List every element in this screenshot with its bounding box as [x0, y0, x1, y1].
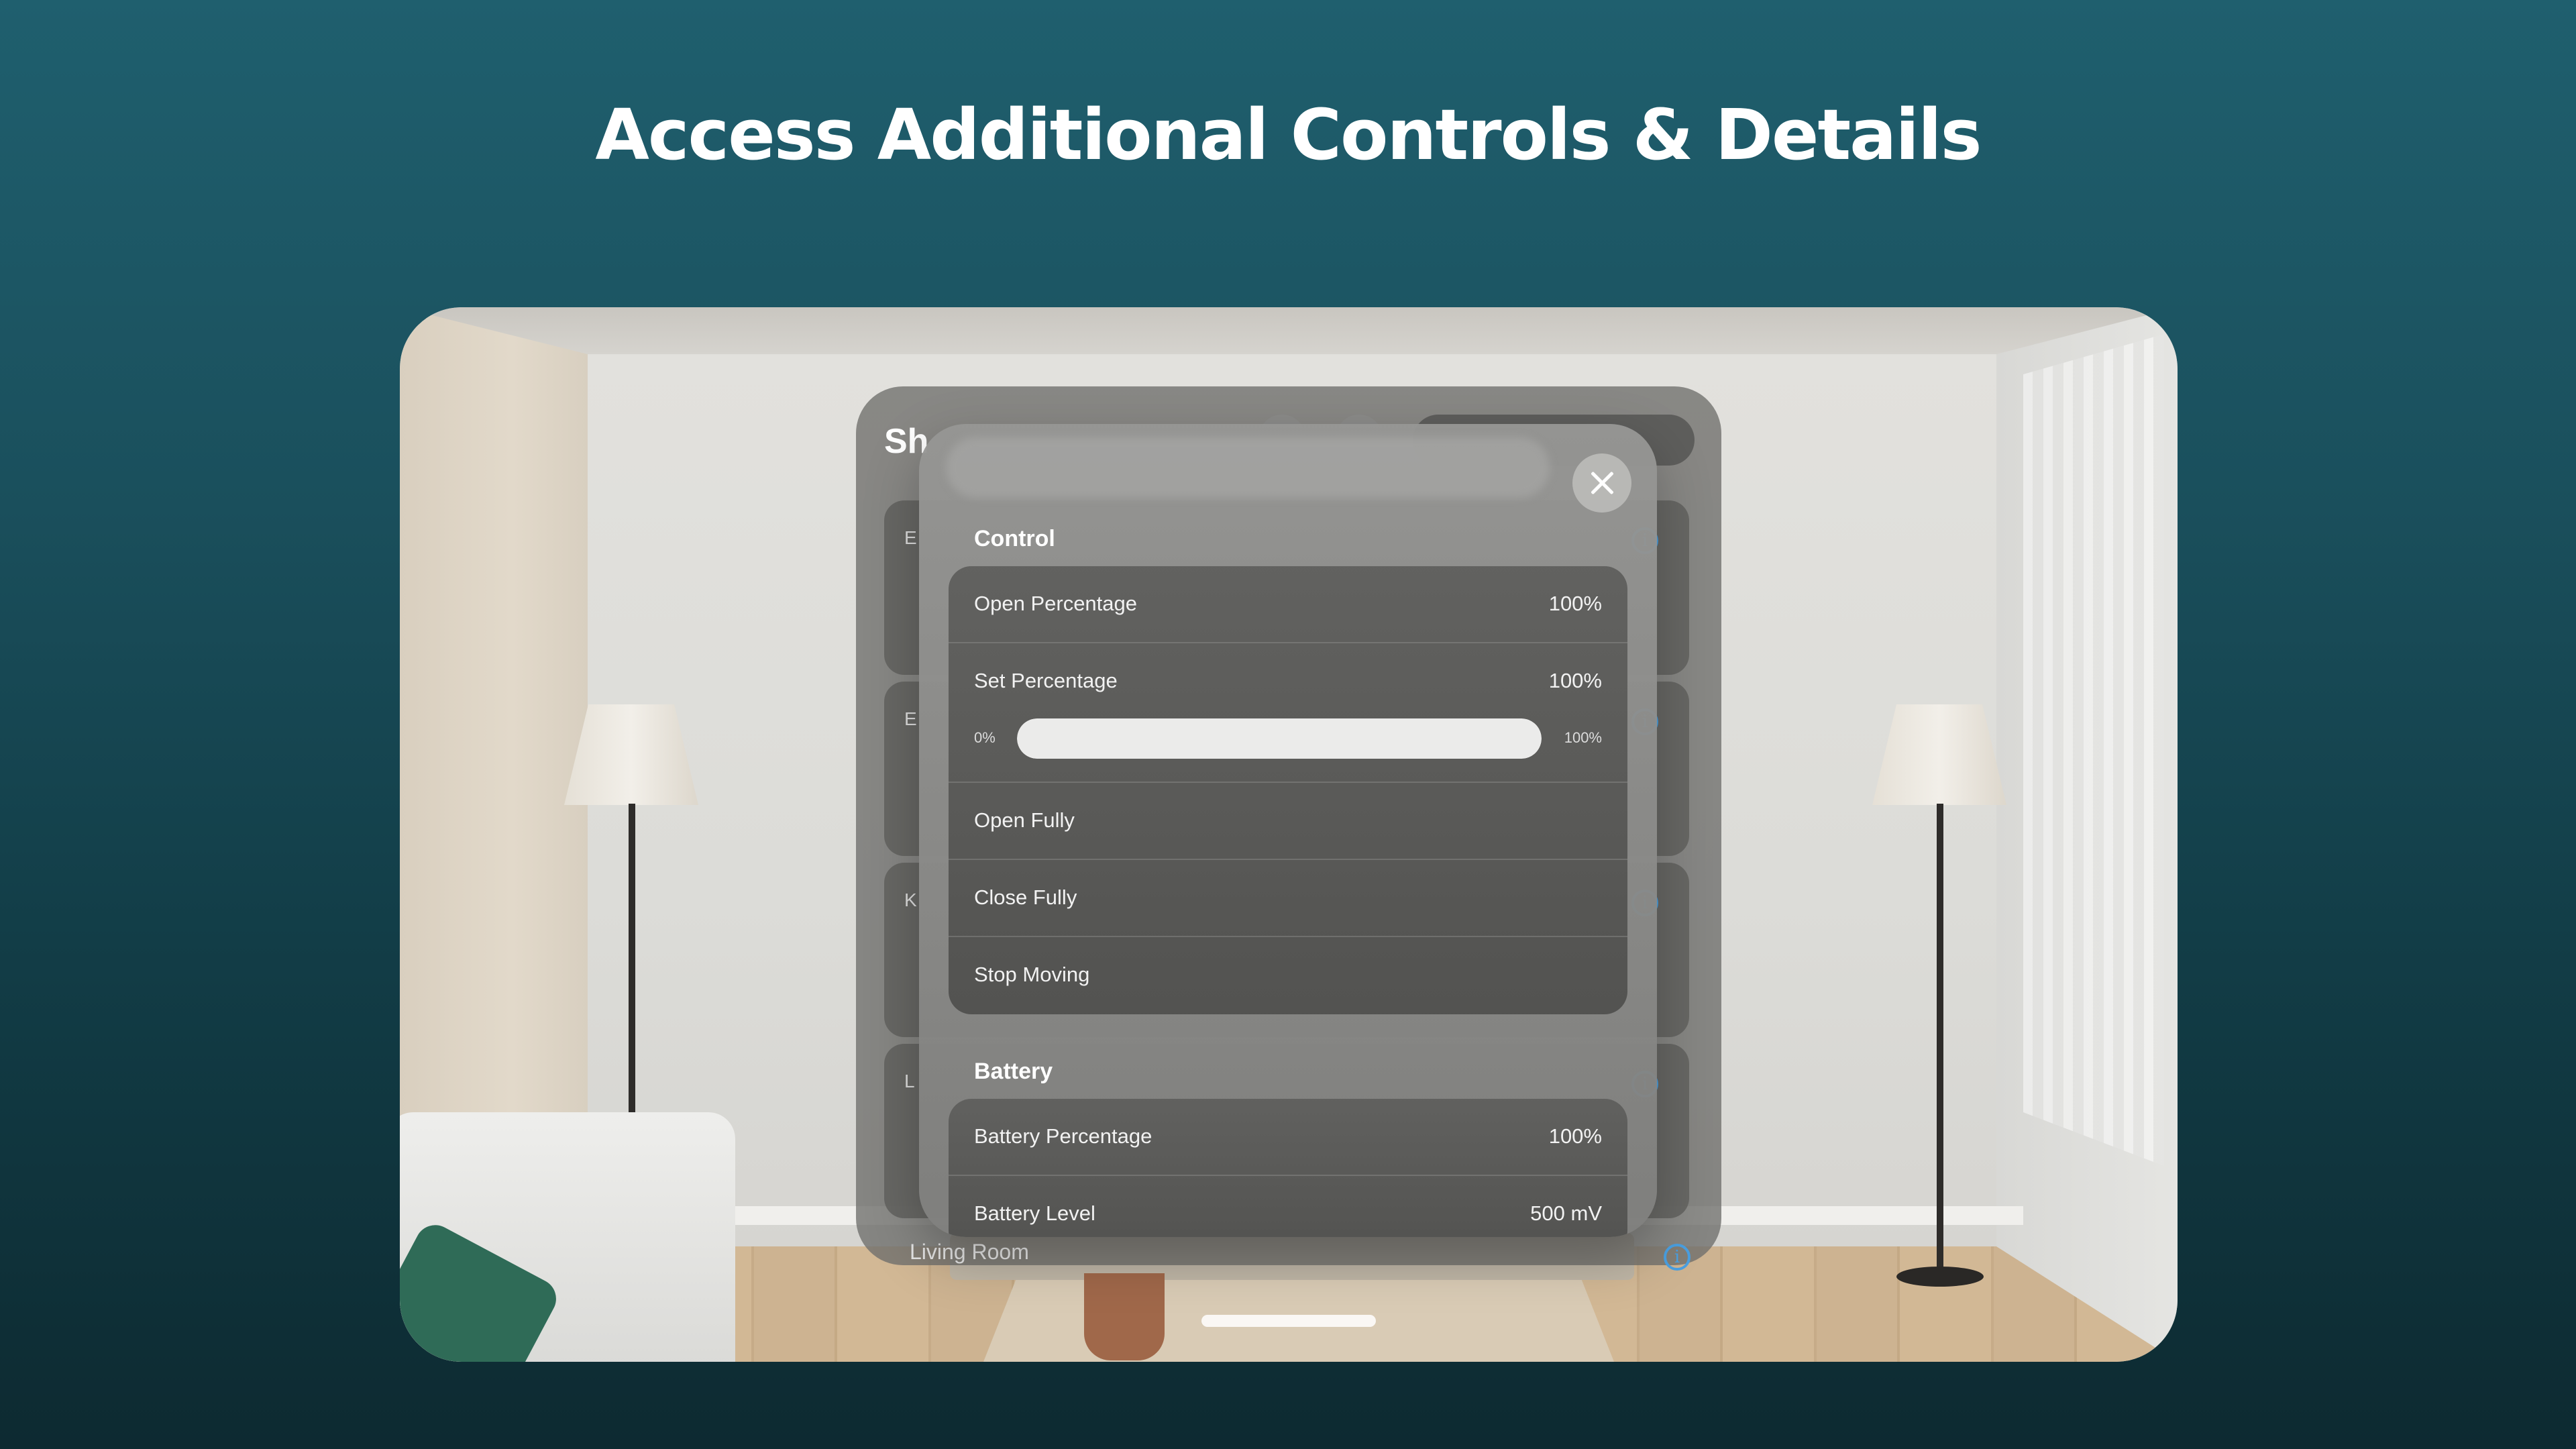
open-fully-label: Open Fully — [974, 808, 1075, 832]
close-button[interactable] — [1572, 453, 1631, 513]
stop-moving-label: Stop Moving — [974, 963, 1090, 986]
open-percentage-label: Open Percentage — [974, 592, 1138, 615]
info-icon[interactable]: i — [1664, 1244, 1690, 1271]
battery-level-label: Battery Level — [974, 1201, 1095, 1225]
close-fully-label: Close Fully — [974, 885, 1077, 909]
set-percentage-row: Set Percentage 100% 0% 100% — [949, 643, 1627, 783]
battery-level-row: Battery Level 500 mV — [949, 1176, 1627, 1237]
list-item-label: K — [904, 890, 917, 910]
right-lamp-pole — [1937, 804, 1943, 1273]
close-fully-button[interactable]: Close Fully — [949, 860, 1627, 937]
window-curtain — [2023, 334, 2164, 1166]
set-percentage-value: 100% — [1548, 669, 1602, 692]
list-item-label: L — [904, 1071, 915, 1091]
battery-group: Battery Percentage 100% Battery Level 50… — [949, 1099, 1627, 1237]
sheet-header-blur — [946, 437, 1550, 498]
room-label: Living Room — [910, 1240, 1029, 1264]
battery-section-title: Battery — [974, 1059, 1053, 1084]
set-percentage-label: Set Percentage — [974, 669, 1118, 692]
control-group: Open Percentage 100% Set Percentage 100%… — [949, 566, 1627, 1014]
right-lamp-base — [1896, 1267, 1984, 1287]
list-item-label: E — [904, 708, 917, 729]
list-item-label: E — [904, 527, 917, 548]
slider-max-label: 100% — [1564, 729, 1602, 746]
stop-moving-button[interactable]: Stop Moving — [949, 937, 1627, 1014]
ceiling — [400, 307, 2178, 361]
open-fully-button[interactable]: Open Fully — [949, 783, 1627, 860]
battery-percentage-label: Battery Percentage — [974, 1124, 1152, 1148]
window-grabber[interactable] — [1201, 1315, 1376, 1327]
accessory-detail-sheet: Control Open Percentage 100% Set Percent… — [919, 424, 1657, 1237]
percentage-slider[interactable] — [1017, 718, 1542, 759]
control-section-title: Control — [974, 526, 1055, 551]
open-percentage-row: Open Percentage 100% — [949, 566, 1627, 643]
battery-percentage-row: Battery Percentage 100% — [949, 1099, 1627, 1176]
slider-fill[interactable] — [1017, 718, 1542, 759]
battery-level-value: 500 mV — [1530, 1201, 1602, 1225]
battery-percentage-value: 100% — [1548, 1124, 1602, 1148]
open-percentage-value: 100% — [1548, 592, 1602, 615]
slider-min-label: 0% — [974, 729, 996, 746]
page-headline: Access Additional Controls & Details — [595, 94, 1982, 176]
plant-pot — [1084, 1273, 1165, 1360]
